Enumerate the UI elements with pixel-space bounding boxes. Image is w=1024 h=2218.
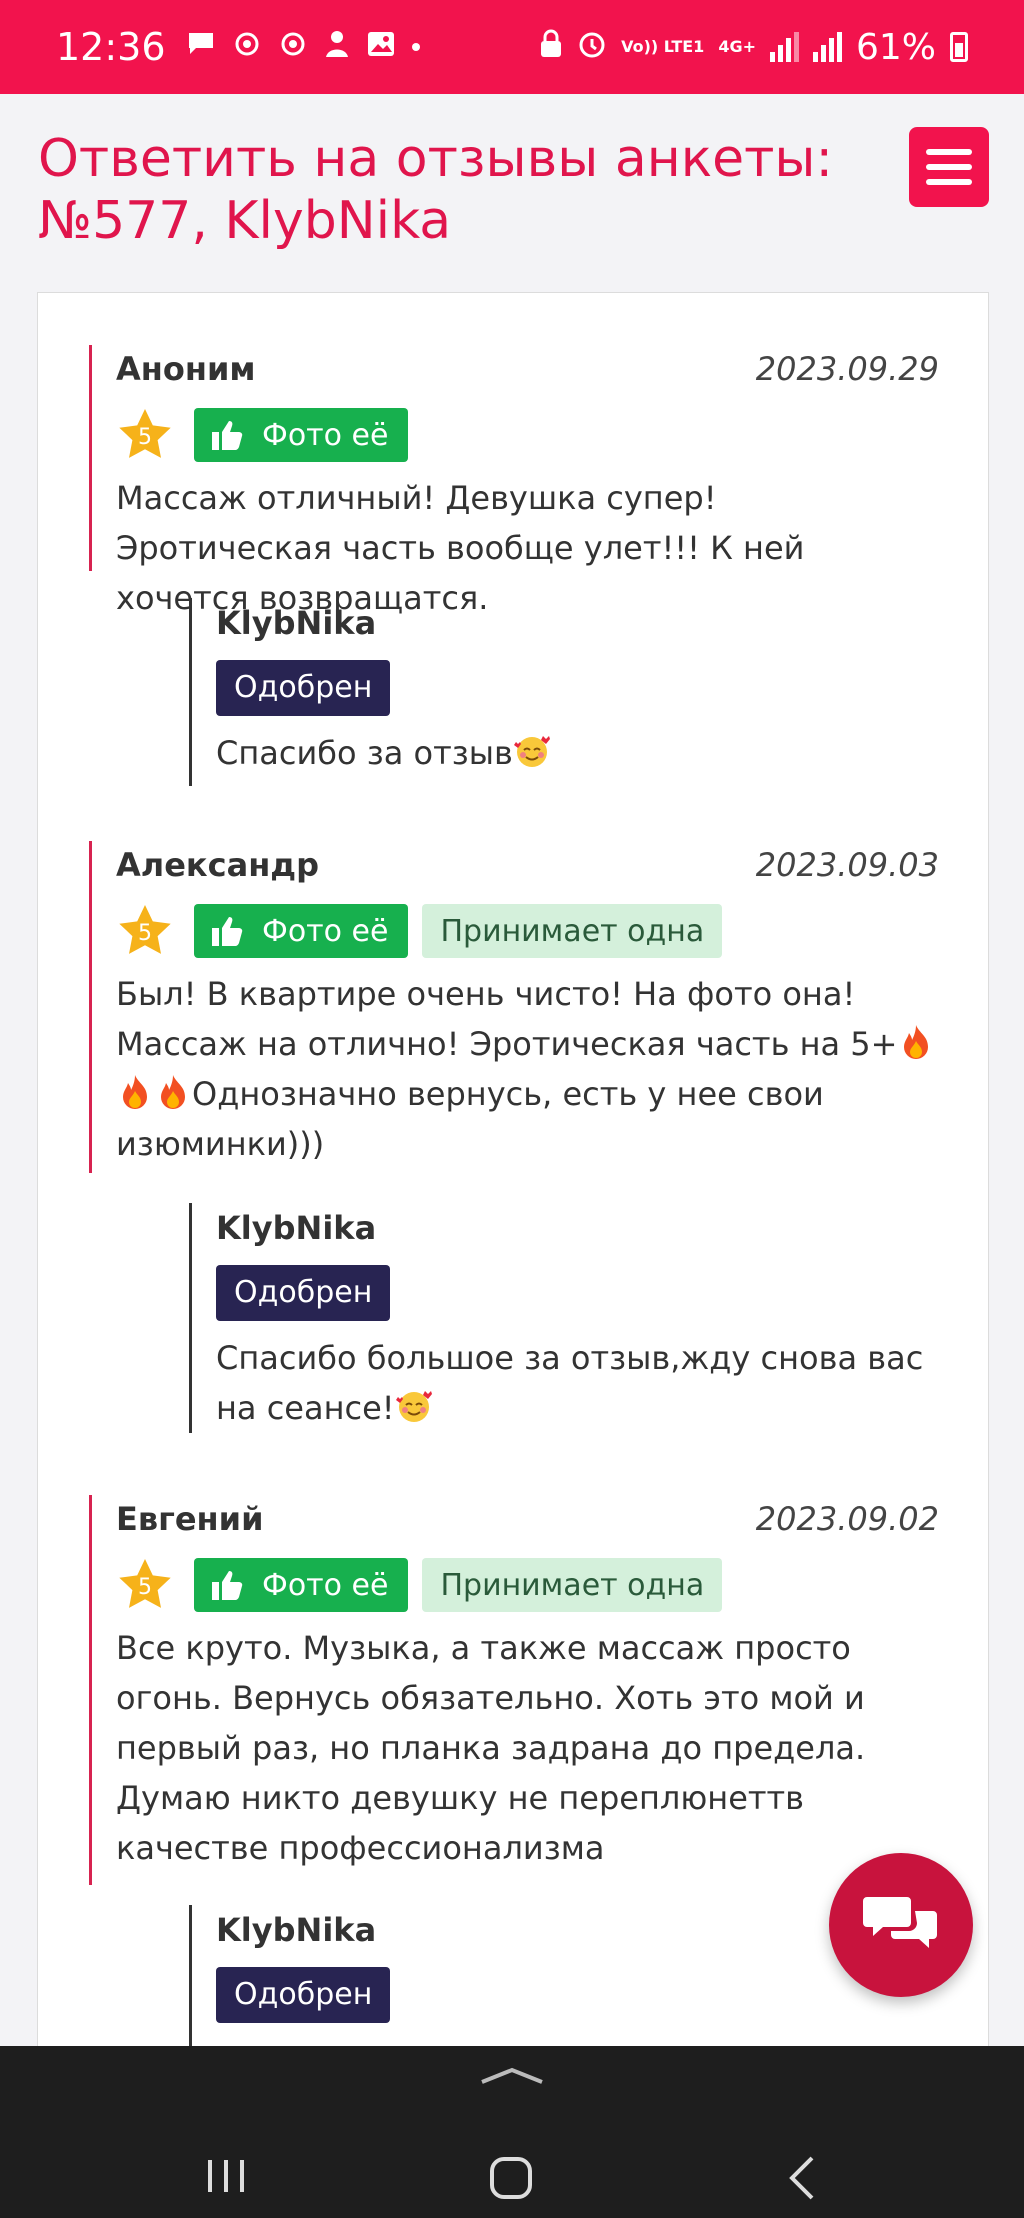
thumbs-up-icon [212,421,243,450]
reply-item: KlybNika Одобрен Спасибо за отзыв [189,598,929,786]
thumbs-up-icon [212,1571,243,1600]
notification-icons [186,29,420,66]
reviews-card: Аноним 2023.09.29 5 Фото её Массаж отлич… [37,292,989,2053]
accepts-alone-badge: Принимает одна [422,1558,723,1612]
hamburger-line [926,164,972,170]
status-time: 12:36 [56,25,166,69]
more-notifications-icon [411,43,420,51]
recents-icon[interactable] [206,2158,246,2194]
alarm-icon [577,29,607,66]
status-right: Vo)) LTE1 4G+ 61% [539,27,968,68]
smiling-hearts-emoji-icon [513,736,550,767]
app-notification-icon [324,29,350,66]
rating-star-icon: 5 [116,406,174,464]
review-author: Аноним [116,350,256,388]
reply-author: KlybNika [216,1911,377,1949]
chat-notification-icon [186,30,216,65]
reply-item: KlybNika Одобрен Спасибо большое за отзы… [189,1203,929,1433]
reply-item: KlybNika Одобрен [189,1905,929,2053]
review-badges: 5 Фото её Принимает одна [116,1557,939,1613]
system-nav-bar [0,2046,1024,2218]
rating-value: 5 [138,1574,152,1600]
review-text-block: Был! В квартире очень чисто! На фото она… [116,969,939,1169]
battery-percent: 61% [855,26,936,68]
fire-emoji-icon [904,1025,929,1059]
review-header: Евгений 2023.09.02 [116,1495,939,1543]
gear-notification-icon [278,29,308,66]
chat-bubbles-icon [863,1897,937,1948]
rating-star-icon: 5 [116,902,174,960]
page-header: Ответить на отзывы анкеты: №577, KlybNik… [0,94,1024,290]
reply-text: Спасибо за отзыв [216,734,513,772]
review-header: Аноним 2023.09.29 [116,345,939,393]
photo-verified-badge: Фото её [194,1558,409,1612]
photo-verified-badge: Фото её [194,408,409,462]
review-date: 2023.09.02 [755,1500,939,1538]
approved-badge: Одобрен [216,660,391,716]
photo-verified-badge: Фото её [194,904,409,958]
review-date: 2023.09.29 [755,350,939,388]
menu-button[interactable] [909,127,989,207]
review-author: Евгений [116,1500,264,1538]
rating-star-icon: 5 [116,1556,174,1614]
image-notification-icon [366,30,396,65]
reply-text-row: Спасибо большое за отзыв,жду снова вас н… [216,1333,929,1433]
smiling-hearts-emoji-icon [395,1391,432,1422]
signal-icon [769,32,799,62]
reply-author: KlybNika [216,1209,377,1247]
hamburger-line [926,179,972,185]
approved-badge: Одобрен [216,1967,391,2023]
reply-author: KlybNika [216,604,377,642]
rating-value: 5 [138,424,152,450]
review-badges: 5 Фото её Принимает одна [116,903,939,959]
review-author: Александр [116,846,320,884]
review-badges: 5 Фото её [116,407,939,463]
chevron-up-icon[interactable] [480,2060,544,2090]
photo-badge-label: Фото её [262,1567,389,1603]
battery-icon [950,32,968,62]
review-item: Аноним 2023.09.29 5 Фото её Массаж отлич… [89,345,939,617]
approved-badge: Одобрен [216,1265,391,1321]
chat-button[interactable] [829,1853,973,1997]
reply-text-row: Спасибо за отзыв [216,728,929,778]
page-title: Ответить на отзывы анкеты: №577, KlybNik… [38,129,833,251]
rating-value: 5 [138,920,152,946]
lock-icon [539,29,563,66]
review-text: Все круто. Музыка, а также массаж просто… [116,1629,866,1867]
home-icon[interactable] [489,2156,533,2200]
network-type-label: 4G+ [718,37,756,56]
volte-label: Vo)) LTE1 [621,37,705,56]
review-item: Александр 2023.09.03 5 Фото её Принимает… [89,841,939,1173]
accepts-alone-badge: Принимает одна [422,904,723,958]
status-bar: 12:36 Vo)) LTE1 4G+ 61% [0,0,1024,94]
fire-emoji-icon [161,1075,185,1109]
back-icon[interactable] [786,2154,816,2202]
review-header: Александр 2023.09.03 [116,841,939,889]
review-item: Евгений 2023.09.02 5 Фото её Принимает о… [89,1495,939,1885]
thumbs-up-icon [212,917,243,946]
review-date: 2023.09.03 [755,846,939,884]
fire-emoji-icon [123,1075,147,1109]
gear-notification-icon [232,29,262,66]
photo-badge-label: Фото её [262,913,389,949]
signal-icon [812,32,842,62]
hamburger-icon [926,149,972,155]
review-text: Однозначно вернусь, есть у нее свои изюм… [116,1075,824,1163]
review-text: Был! В квартире очень чисто! На фото она… [116,975,898,1063]
photo-badge-label: Фото её [262,417,389,453]
reply-text: Спасибо большое за отзыв,жду снова вас н… [216,1339,924,1427]
